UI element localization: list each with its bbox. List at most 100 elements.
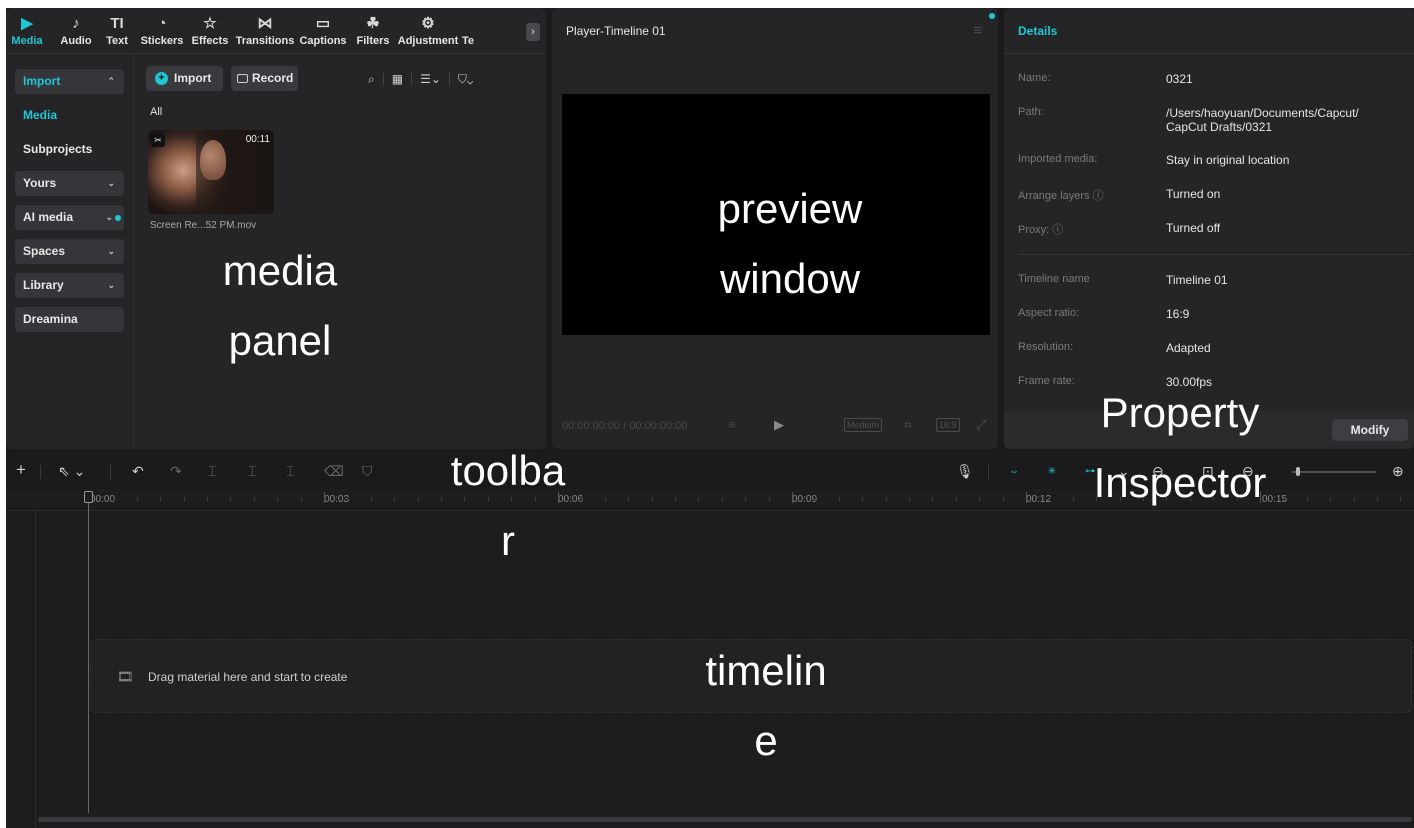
ruler-tick: [137, 497, 138, 501]
split-left-icon[interactable]: ⌶: [248, 463, 256, 480]
tab-template[interactable]: Te: [462, 8, 476, 53]
redo-icon[interactable]: ↷: [170, 463, 182, 480]
details-header: Details: [1004, 8, 1414, 54]
undo-icon[interactable]: ↶: [132, 463, 144, 480]
ruler-tick: [113, 497, 114, 501]
menu-icon[interactable]: ≡: [973, 22, 982, 39]
sidebar-item-dreamina[interactable]: Dreamina: [15, 307, 124, 332]
sidebar-item-label: Dreamina: [23, 312, 78, 326]
ruler-tick: [230, 497, 231, 501]
ruler-tick: [628, 497, 629, 501]
media-item-thumbnail[interactable]: ✂ 00:11: [148, 130, 274, 214]
preview-header: Player-Timeline 01 ≡: [552, 8, 998, 54]
ruler-tick: [769, 497, 770, 501]
record-button[interactable]: Record: [231, 66, 298, 91]
chevron-down-icon: ⌄: [107, 178, 115, 188]
ruler-tick: [956, 497, 957, 501]
quality-button[interactable]: Medium: [844, 418, 883, 432]
grid-view-icon[interactable]: ▦: [392, 72, 403, 86]
zoom-in-icon[interactable]: ⊕: [1392, 463, 1404, 480]
select-cursor-icon[interactable]: ⇖ ⌄: [58, 463, 85, 480]
sidebar-item-media[interactable]: Media: [15, 103, 124, 128]
ruler-tick: [605, 497, 606, 501]
tab-effects[interactable]: ☆ Effects: [188, 8, 232, 53]
tab-adjustment[interactable]: ⚙ Adjustment: [396, 8, 460, 53]
auto-snap-icon[interactable]: ✳: [1042, 464, 1062, 480]
play-icon[interactable]: ▶: [774, 417, 784, 433]
effects-icon: ☆: [203, 15, 217, 32]
split-icon[interactable]: ⌶: [208, 463, 216, 480]
chevron-right-icon[interactable]: ›: [526, 23, 540, 41]
sort-icon[interactable]: ☰⌄: [420, 72, 441, 86]
playhead-handle[interactable]: [84, 491, 93, 503]
sidebar-item-subprojects[interactable]: Subprojects: [15, 137, 124, 162]
tab-label: Media: [11, 35, 43, 47]
sidebar-item-spaces[interactable]: Spaces ⌄: [15, 239, 124, 264]
tick-label: 00:00: [90, 494, 116, 505]
chevron-down-icon: ⌄: [105, 212, 113, 222]
media-filter-all[interactable]: All: [150, 106, 162, 118]
import-button[interactable]: + Import: [146, 66, 223, 91]
delete-icon[interactable]: ⌫: [324, 463, 344, 480]
tab-label: Transitions: [235, 35, 295, 47]
filter-icon[interactable]: ⛉⌄: [458, 72, 473, 87]
ruler-tick: [1049, 497, 1050, 501]
sidebar-item-import[interactable]: Import ⌃: [15, 69, 124, 94]
split-right-icon[interactable]: ⌶: [286, 463, 294, 480]
divider: [382, 73, 384, 85]
stickers-icon: ◔: [157, 15, 167, 32]
ruler-tick: [418, 497, 419, 501]
record-label: Record: [252, 71, 294, 85]
tab-filters[interactable]: ☘ Filters: [354, 8, 392, 53]
tab-transitions[interactable]: ⋈ Transitions: [234, 8, 296, 53]
aspect-ratio-button[interactable]: 16:9: [936, 418, 960, 432]
tab-label: Audio: [60, 35, 92, 47]
ruler-tick: [160, 497, 161, 501]
fullscreen-icon[interactable]: ⤢: [976, 417, 986, 433]
detail-label: Proxy: ⓘ: [1018, 224, 1064, 236]
main-track-magnet-icon[interactable]: ⇔: [1004, 464, 1024, 480]
detail-value: Adapted: [1166, 341, 1211, 355]
tab-audio[interactable]: ♪ Audio: [54, 8, 98, 53]
adjustment-icon: ⚙: [421, 15, 435, 32]
fit-view-icon[interactable]: ⌗: [904, 417, 911, 433]
media-view-controls: ⌕ ▦ ☰⌄ ⛉⌄: [368, 70, 473, 88]
marker-icon[interactable]: ⛉: [362, 463, 373, 480]
annotation-preview-window: preview window: [717, 185, 863, 302]
tab-media[interactable]: ▶ Media: [10, 8, 44, 53]
detail-value: Timeline 01: [1166, 273, 1228, 287]
detail-label: Arrange layers ⓘ: [1018, 190, 1104, 202]
modify-button[interactable]: Modify: [1332, 419, 1408, 441]
tab-stickers[interactable]: ◔ Stickers: [138, 8, 186, 53]
annotation-timeline: timelin e: [705, 647, 827, 764]
ruler-tick: [1377, 497, 1378, 501]
camera-icon: [237, 74, 248, 83]
tab-captions[interactable]: ▭ Captions: [298, 8, 348, 53]
ruler-tick: [1026, 492, 1027, 503]
add-track-icon[interactable]: +: [16, 460, 26, 480]
sidebar-item-library[interactable]: Library ⌄: [15, 273, 124, 298]
search-icon[interactable]: ⌕: [368, 72, 375, 87]
media-toolbar: + Import Record ⌕ ▦ ☰⌄ ⛉⌄: [146, 66, 536, 92]
notification-dot: [989, 13, 995, 19]
zoom-slider[interactable]: [1292, 471, 1376, 473]
drop-hint-text: Drag material here and start to create: [148, 670, 348, 684]
notification-dot: [115, 215, 121, 221]
tab-label: Te: [462, 35, 475, 47]
timecode: 00:00:00:00 / 00:00:00:00: [562, 420, 687, 432]
sidebar-item-yours[interactable]: Yours ⌄: [15, 171, 124, 196]
detail-value: 0321: [1166, 72, 1193, 86]
chevron-down-icon: ⌄: [107, 280, 115, 290]
ruler-tick: [886, 497, 887, 501]
horizontal-scrollbar[interactable]: [38, 817, 1412, 822]
playhead-line[interactable]: [88, 491, 89, 813]
sidebar-item-ai-media[interactable]: AI media ⌄: [15, 205, 124, 230]
tab-text[interactable]: TI Text: [100, 8, 134, 53]
tab-label: Adjustment: [397, 35, 459, 47]
filters-icon: ☘: [366, 15, 380, 32]
ruler-tick: [1330, 497, 1331, 501]
detail-label: Name:: [1018, 72, 1051, 84]
microphone-icon[interactable]: 🎙: [956, 463, 974, 480]
tab-label: Text: [106, 35, 128, 47]
ruler-tick: [1307, 497, 1308, 501]
